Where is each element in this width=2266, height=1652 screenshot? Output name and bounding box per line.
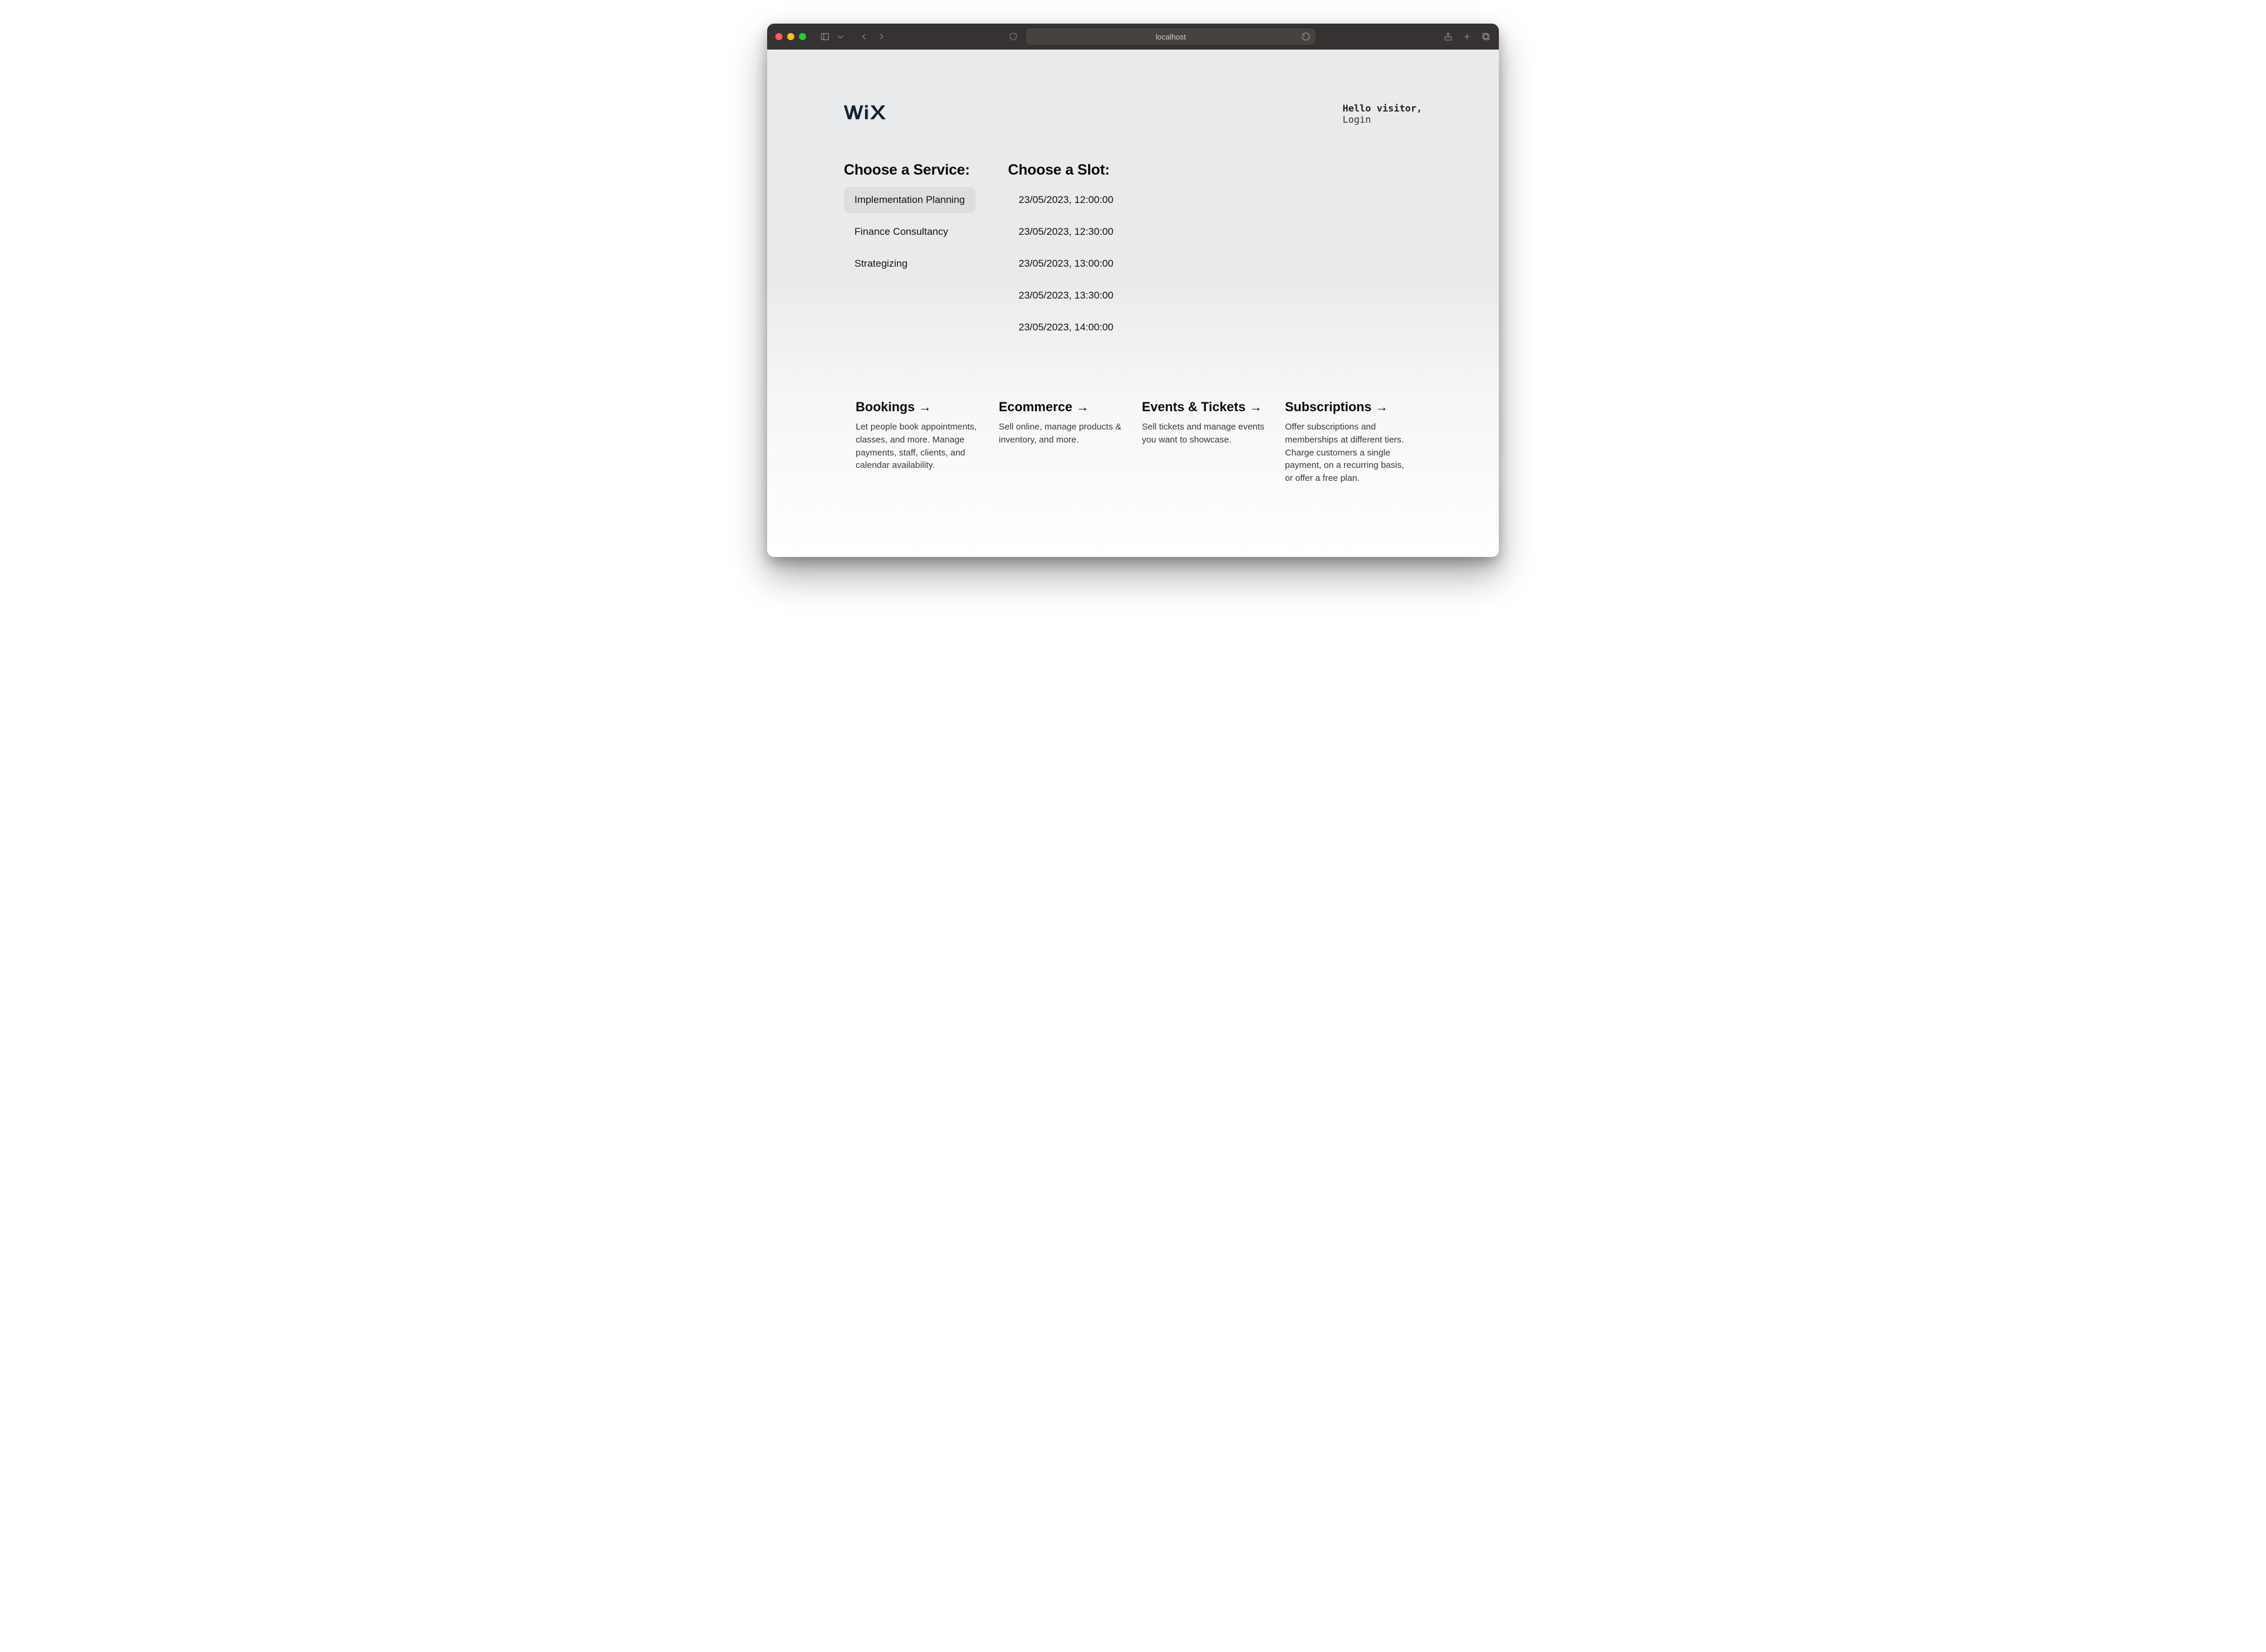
feature-link[interactable]: Bookings → [856, 399, 981, 415]
address-bar-text: localhost [1155, 32, 1186, 41]
share-icon[interactable] [1443, 32, 1453, 41]
wix-logo[interactable] [844, 103, 890, 124]
feature-description: Sell tickets and manage events you want … [1142, 421, 1268, 447]
feature-link[interactable]: Subscriptions → [1285, 399, 1411, 415]
services-heading: Choose a Service: [844, 162, 975, 179]
nav-forward-button[interactable] [877, 32, 886, 41]
slot-item[interactable]: 23/05/2023, 12:30:00 [1008, 219, 1124, 245]
service-item[interactable]: Implementation Planning [844, 187, 975, 213]
window-minimize-button[interactable] [787, 33, 794, 40]
feature-description: Let people book appointments, classes, a… [856, 421, 981, 472]
feature-link[interactable]: Events & Tickets → [1142, 399, 1268, 415]
greeting-text: Hello visitor, [1342, 103, 1422, 114]
address-bar[interactable]: localhost [1026, 28, 1315, 45]
login-link[interactable]: Login [1342, 114, 1422, 125]
feature-link[interactable]: Ecommerce → [999, 399, 1125, 415]
service-item[interactable]: Finance Consultancy [844, 219, 975, 245]
services-column: Choose a Service: Implementation Plannin… [844, 162, 975, 340]
new-tab-icon[interactable] [1462, 32, 1472, 41]
feature-description: Offer subscriptions and memberships at d… [1285, 421, 1411, 485]
slots-heading: Choose a Slot: [1008, 162, 1124, 179]
visitor-greeting: Hello visitor, Login [1342, 103, 1422, 125]
feature-description: Sell online, manage products & inventory… [999, 421, 1125, 447]
feature-card: Events & Tickets → Sell tickets and manag… [1142, 399, 1268, 485]
slots-column: Choose a Slot: 23/05/2023, 12:00:00 23/05… [1008, 162, 1124, 340]
slot-item[interactable]: 23/05/2023, 13:00:00 [1008, 251, 1124, 277]
nav-back-button[interactable] [859, 32, 869, 41]
privacy-shield-icon[interactable] [1008, 28, 1018, 45]
window-zoom-button[interactable] [799, 33, 806, 40]
window-close-button[interactable] [775, 33, 782, 40]
feature-card: Subscriptions → Offer subscriptions and m… [1285, 399, 1411, 485]
chevron-down-icon[interactable] [836, 32, 845, 41]
slot-item[interactable]: 23/05/2023, 13:30:00 [1008, 283, 1124, 309]
feature-card: Bookings → Let people book appointments, … [856, 399, 981, 485]
service-item[interactable]: Strategizing [844, 251, 975, 277]
slot-item[interactable]: 23/05/2023, 12:00:00 [1008, 187, 1124, 213]
browser-window: localhost [767, 24, 1499, 557]
sidebar-toggle-icon[interactable] [820, 32, 830, 41]
reload-icon[interactable] [1301, 32, 1311, 41]
browser-titlebar: localhost [767, 24, 1499, 50]
page-content: Hello visitor, Login Choose a Service: I… [767, 50, 1499, 557]
feature-card: Ecommerce → Sell online, manage products … [999, 399, 1125, 485]
window-controls [775, 33, 806, 40]
slot-item[interactable]: 23/05/2023, 14:00:00 [1008, 314, 1124, 340]
tab-overview-icon[interactable] [1481, 32, 1491, 41]
